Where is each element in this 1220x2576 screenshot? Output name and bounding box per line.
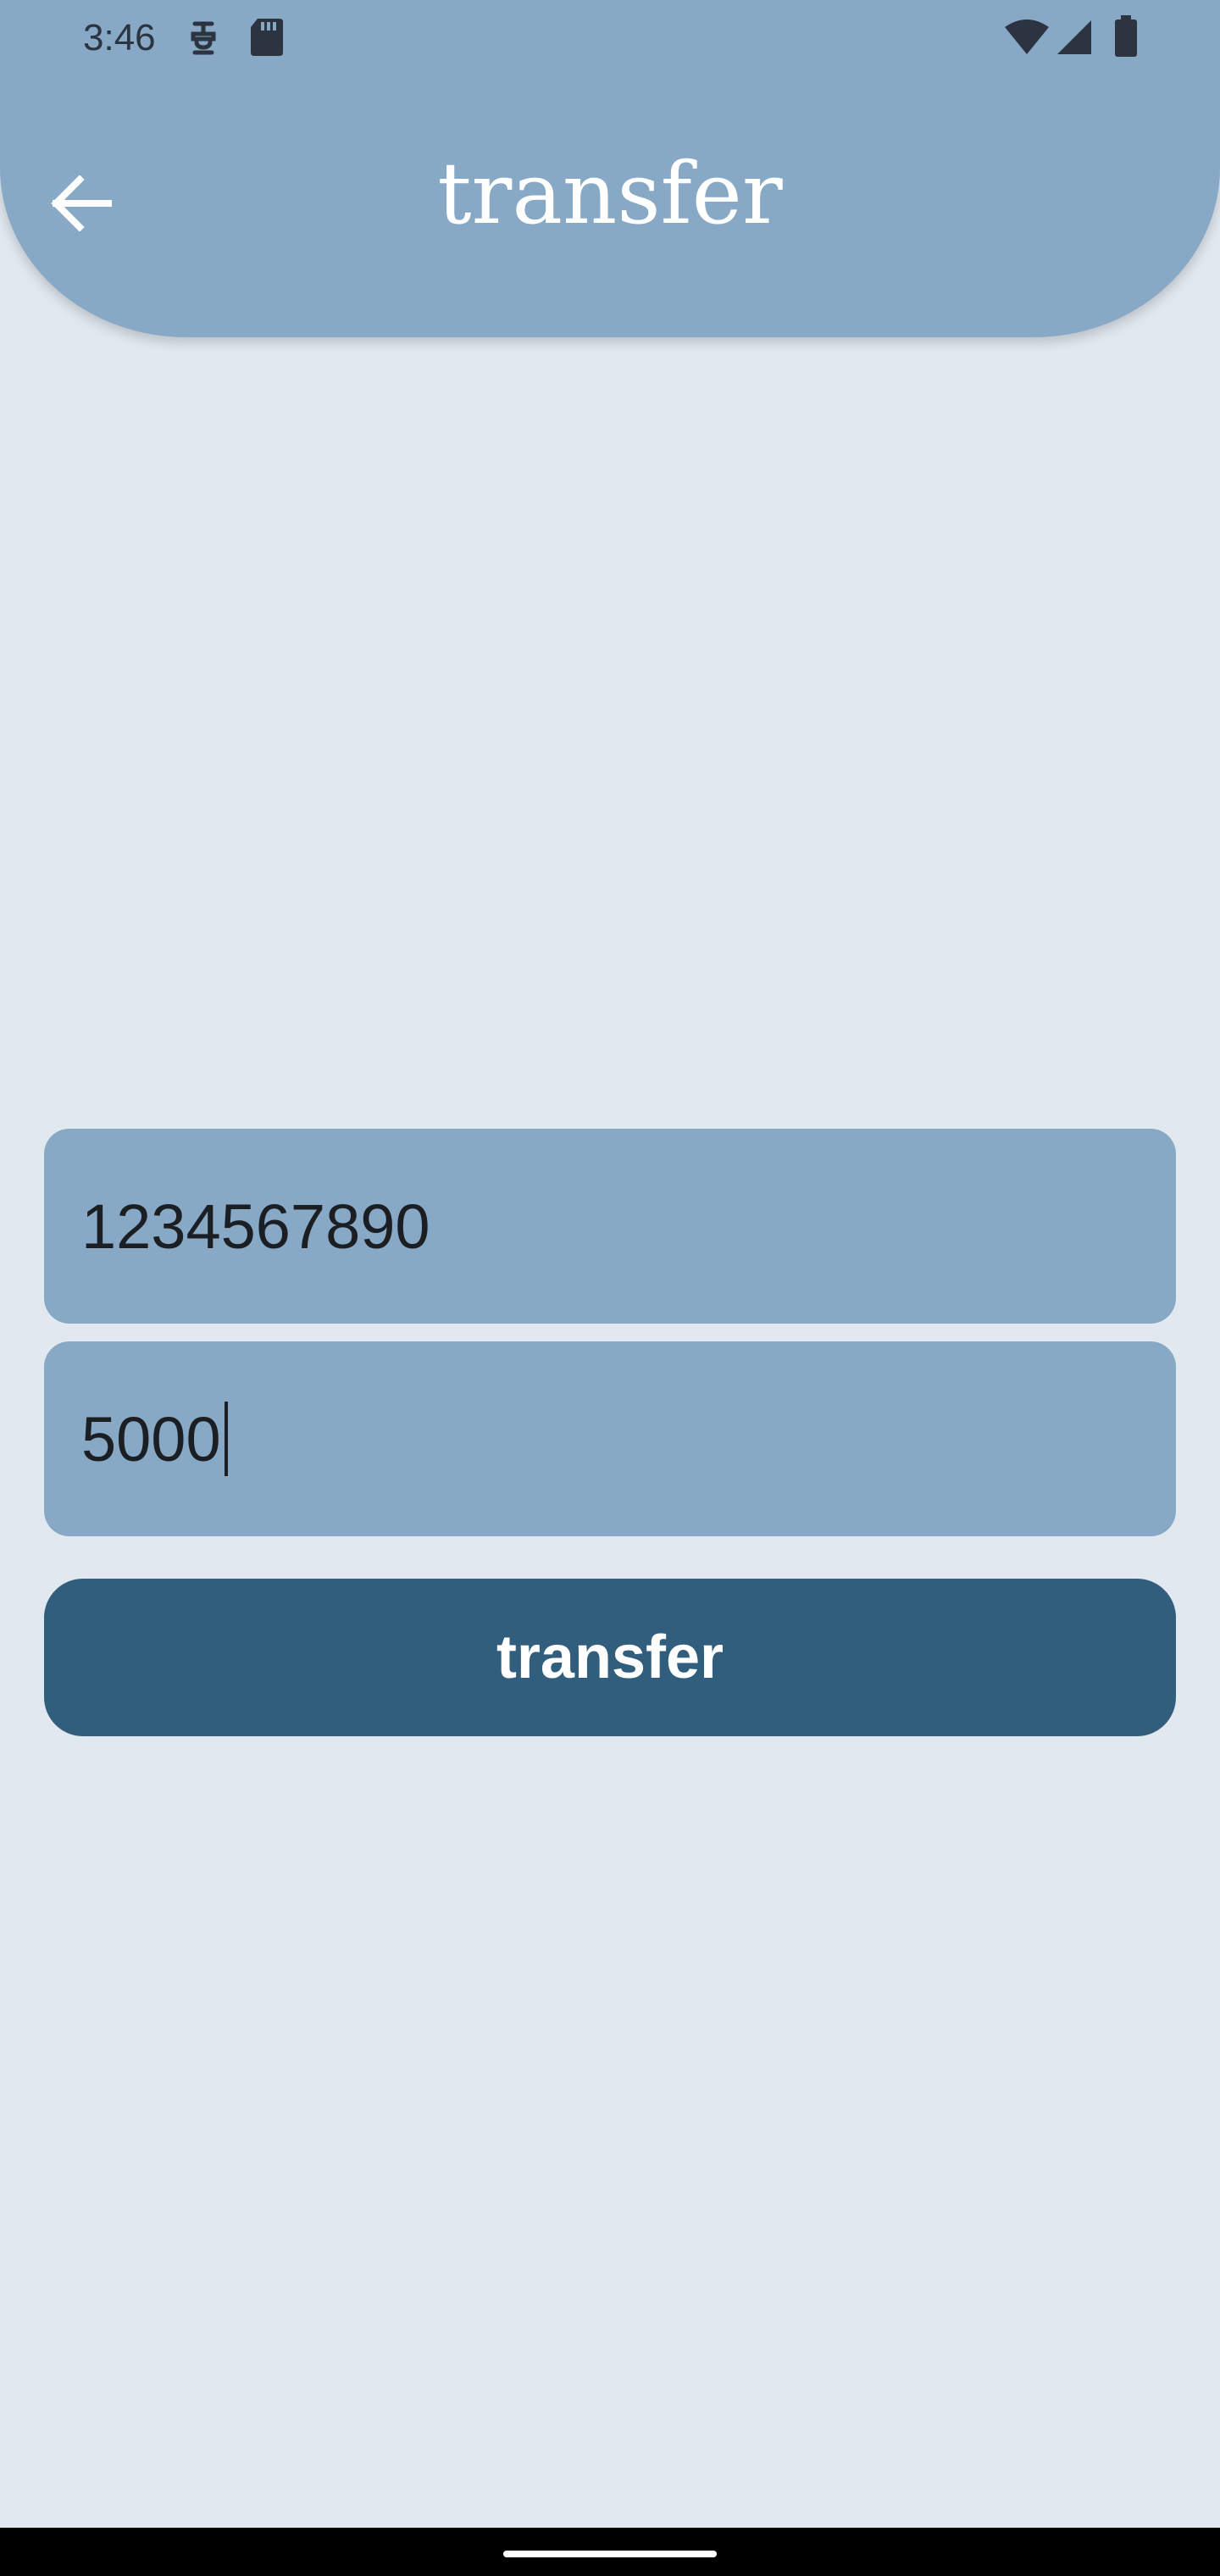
amount-field[interactable]: 5000 [44,1341,1176,1536]
sd-card-icon [251,19,283,56]
account-number-value: 1234567890 [81,1191,430,1262]
navigation-bar [0,2528,1220,2576]
battery-icon [1115,15,1137,57]
status-bar: 3:46 [0,0,1220,76]
account-number-field[interactable]: 1234567890 [44,1129,1176,1324]
amount-field-content: 5000 [81,1341,228,1536]
amount-value: 5000 [81,1403,221,1474]
wifi-icon [1005,19,1049,54]
transfer-button[interactable]: transfer [44,1579,1176,1736]
vpn-key-icon [191,21,216,55]
cell-signal-icon [1057,20,1091,54]
text-cursor [224,1402,228,1476]
page-title: transfer [437,144,783,243]
status-time: 3:46 [83,17,156,58]
home-indicator[interactable] [503,2551,717,2557]
